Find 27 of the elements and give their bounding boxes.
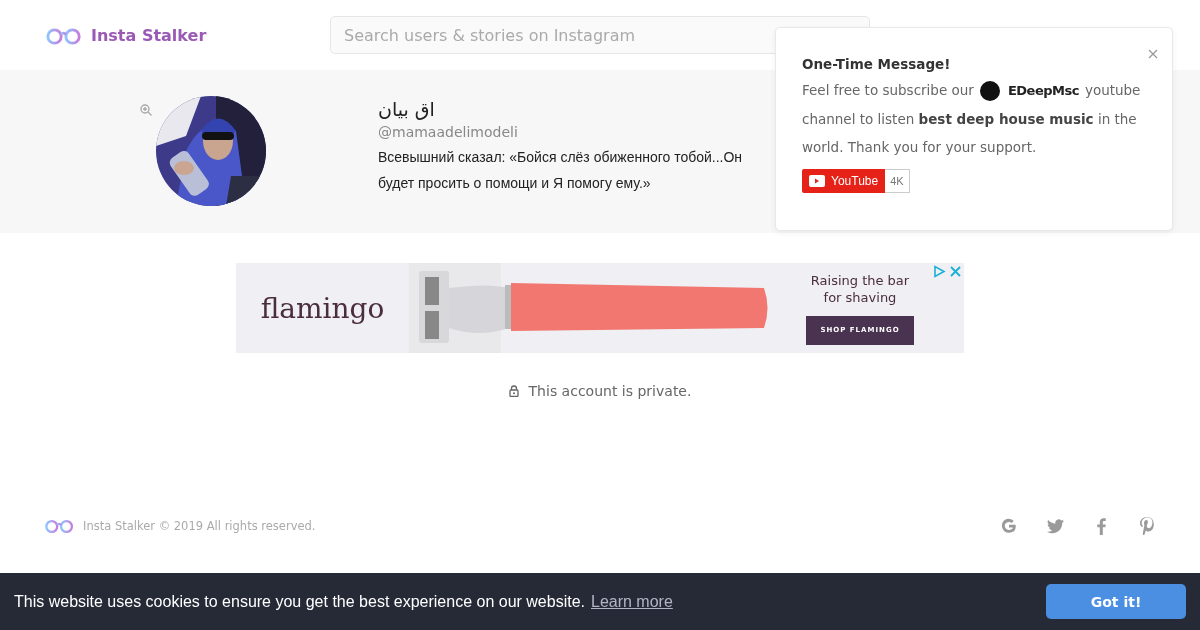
username: @mamaadelimodeli (378, 124, 519, 140)
ad-tagline: Raising the bar for shaving (809, 271, 911, 306)
google-icon[interactable] (1000, 517, 1018, 535)
profile-bio: Всевышний сказал: «Бойся слёз обиженного тобой...Он будет просить о помощи и Я помогу ему.» (378, 148, 744, 193)
channel-name[interactable]: EDeepMsc (1007, 77, 1079, 105)
lock-icon (508, 385, 519, 397)
profile-name: اق بیان (378, 98, 435, 120)
pinterest-icon[interactable] (1140, 517, 1154, 535)
youtube-subscribe-button[interactable]: YouTube (802, 169, 886, 193)
glasses-logo-icon (44, 518, 75, 534)
subscriber-count: 4K (885, 169, 910, 193)
play-logo-icon (809, 175, 825, 187)
twitter-bird-icon[interactable] (1046, 518, 1064, 534)
ad-choices-icon[interactable] (933, 265, 946, 278)
popup-message: Feel free to subscribe our EDeepMsc youtube channel to listen best deep house music in the world. Thank you for your support. (802, 76, 1146, 161)
private-notice: This account is private. (528, 383, 692, 399)
ad-brand: flamingo (259, 291, 386, 325)
popup-title: One-Time Message! (802, 56, 952, 72)
close-icon[interactable] (949, 265, 962, 278)
brand-name[interactable]: Insta Stalker (91, 25, 207, 45)
glasses-logo-icon (45, 25, 83, 45)
facebook-icon[interactable] (1096, 517, 1106, 535)
copyright-text: Insta Stalker © 2019 All rights reserved. (83, 519, 316, 533)
zoom-in-icon[interactable] (140, 104, 152, 116)
learn-more-link[interactable]: Learn more (591, 592, 673, 611)
cookie-message: This website uses cookies to ensure you get the best experience on our website. (14, 592, 585, 611)
channel-logo-icon (979, 81, 1000, 101)
